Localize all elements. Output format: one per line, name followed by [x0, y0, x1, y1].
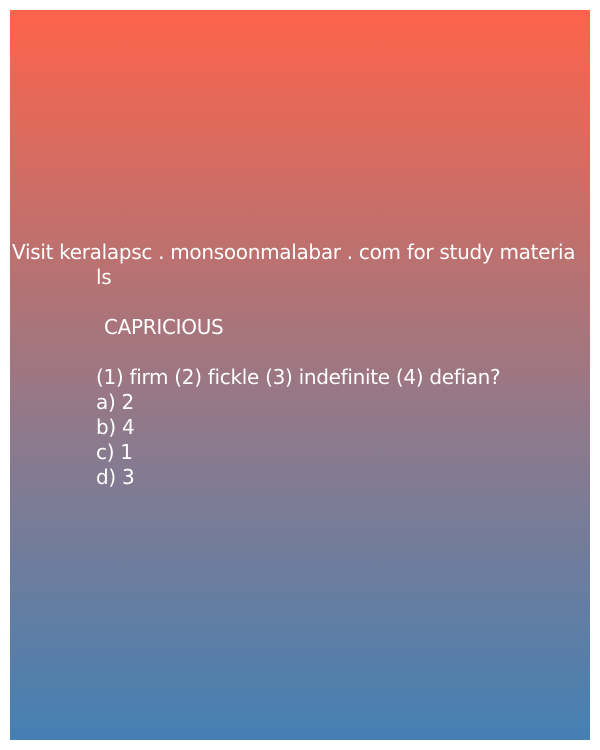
answer-choice-c: c) 1 — [96, 440, 133, 464]
answer-choice-b: b) 4 — [96, 415, 135, 439]
promo-text-line-1: Visit keralapsc . monsoonmalabar . com f… — [12, 240, 576, 264]
answer-choice-a: a) 2 — [96, 390, 134, 414]
promo-text-line-2: ls — [96, 265, 112, 289]
options-line: (1) firm (2) fickle (3) indefinite (4) d… — [96, 365, 501, 389]
question-word: CAPRICIOUS — [104, 315, 224, 339]
question-card: Visit keralapsc . monsoonmalabar . com f… — [10, 10, 590, 740]
answer-choice-d: d) 3 — [96, 465, 135, 489]
question-text-block: Visit keralapsc . monsoonmalabar . com f… — [10, 240, 590, 490]
